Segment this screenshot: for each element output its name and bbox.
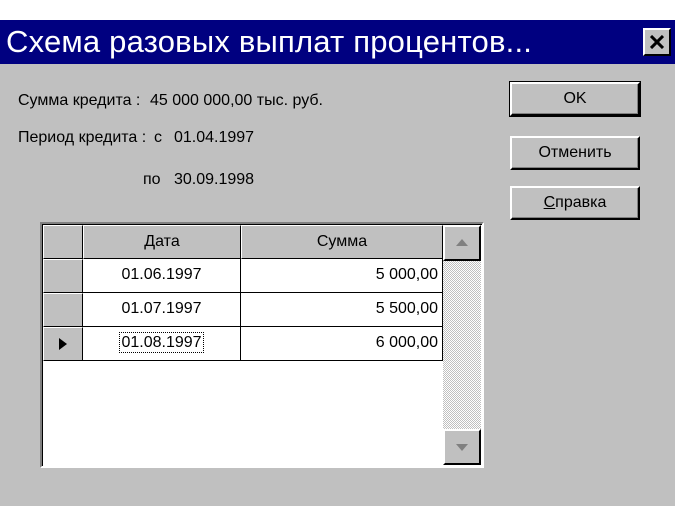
ok-button[interactable]: OK — [509, 81, 641, 117]
table-cell-date[interactable]: 01.08.1997 — [83, 327, 241, 361]
period-to-prefix: по — [143, 171, 161, 188]
row-indicator-current[interactable] — [43, 327, 83, 361]
triangle-right-icon — [59, 338, 67, 350]
arrow-down-icon — [456, 444, 468, 451]
help-button[interactable]: Справка — [510, 186, 640, 220]
table-cell-amount[interactable]: 6 000,00 — [241, 327, 443, 361]
amount-value: 45 000 000,00 тыс. руб. — [150, 92, 323, 109]
scroll-up-button[interactable] — [443, 225, 481, 261]
arrow-up-icon — [456, 239, 468, 246]
period-label: Период кредита : — [18, 129, 147, 146]
table-cell-amount[interactable]: 5 500,00 — [241, 293, 443, 327]
scroll-down-button[interactable] — [443, 429, 481, 465]
period-to-date: 30.09.1998 — [174, 171, 255, 188]
row-indicator[interactable] — [43, 259, 83, 293]
payments-grid[interactable]: Дата Сумма 01.06.1997 5 000,00 01.07.199… — [40, 222, 484, 468]
table-cell-date[interactable]: 01.07.1997 — [83, 293, 241, 327]
help-label: правка — [555, 194, 607, 211]
amount-label: Сумма кредита : — [18, 92, 141, 109]
help-mnemonic: С — [543, 194, 556, 211]
dialog-window: Схема разовых выплат процентов... Сумма … — [0, 20, 675, 506]
table-cell-amount[interactable]: 5 000,00 — [241, 259, 443, 293]
grid-corner — [43, 225, 83, 259]
title-bar[interactable]: Схема разовых выплат процентов... — [0, 20, 675, 64]
window-title: Схема разовых выплат процентов... — [6, 24, 533, 59]
period-from-prefix: с — [154, 129, 162, 146]
table-cell-date[interactable]: 01.06.1997 — [83, 259, 241, 293]
vertical-scrollbar[interactable] — [443, 225, 481, 465]
period-from-date: 01.04.1997 — [174, 129, 255, 146]
column-header-date[interactable]: Дата — [83, 225, 241, 259]
close-button[interactable] — [643, 28, 671, 56]
cancel-button[interactable]: Отменить — [510, 136, 640, 170]
close-icon — [650, 35, 664, 49]
row-indicator[interactable] — [43, 293, 83, 327]
column-header-amount[interactable]: Сумма — [241, 225, 443, 259]
